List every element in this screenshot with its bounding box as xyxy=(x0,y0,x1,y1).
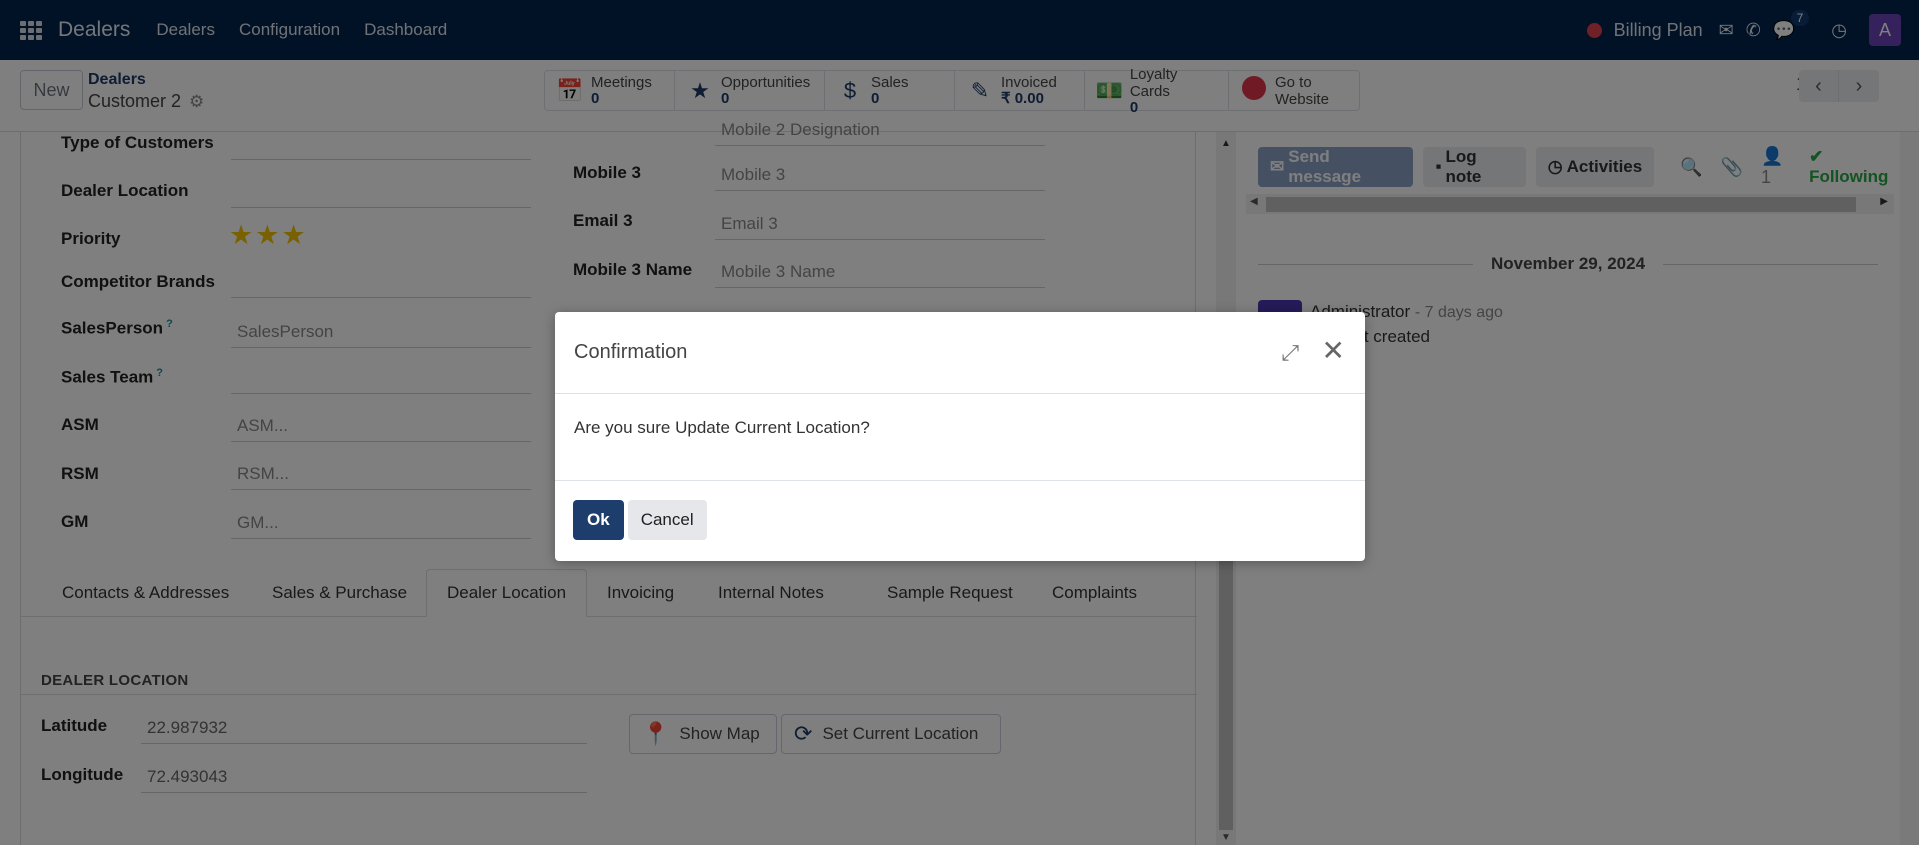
dialog-body: Are you sure Update Current Location? xyxy=(555,394,1365,481)
expand-icon[interactable]: ⤢ xyxy=(1281,340,1299,366)
dialog-footer: Ok Cancel xyxy=(555,481,1365,559)
ok-button[interactable]: Ok xyxy=(573,500,624,540)
confirmation-dialog: Confirmation ⤢ ✕ Are you sure Update Cur… xyxy=(555,312,1365,561)
dialog-header: Confirmation ⤢ ✕ xyxy=(555,312,1365,394)
cancel-button[interactable]: Cancel xyxy=(627,500,707,540)
dialog-title: Confirmation xyxy=(574,341,688,363)
close-icon[interactable]: ✕ xyxy=(1322,334,1345,367)
